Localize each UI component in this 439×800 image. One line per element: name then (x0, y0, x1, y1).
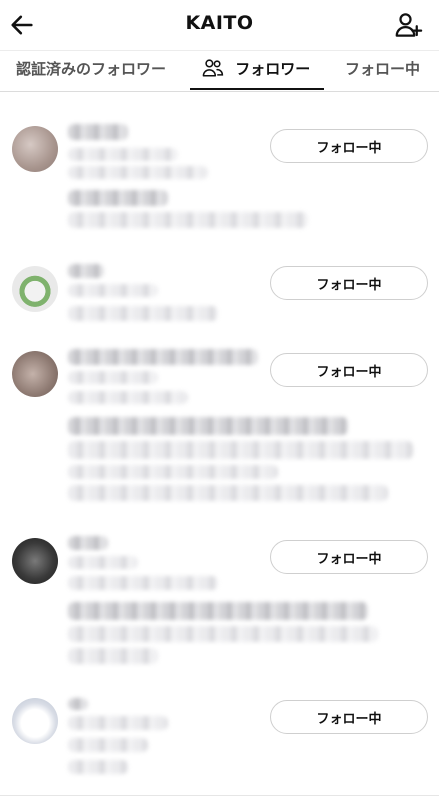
redacted-text (68, 166, 208, 179)
redacted-text (68, 576, 218, 590)
redacted-handle (68, 148, 178, 161)
add-user-icon[interactable] (393, 10, 423, 40)
following-button[interactable]: フォロー中 (270, 129, 428, 163)
redacted-text (68, 391, 188, 404)
following-button[interactable]: フォロー中 (270, 266, 428, 300)
tab-bar: 認証済みのフォロワー フォロワー フォロー中 (0, 50, 439, 92)
redacted-handle (68, 716, 168, 730)
redacted-text (68, 738, 148, 752)
redacted-bio (68, 485, 388, 501)
redacted-bio (68, 417, 348, 435)
tab-label: フォロー中 (345, 60, 421, 78)
avatar[interactable] (12, 351, 58, 397)
redacted-name (68, 264, 104, 278)
redacted-bio (68, 306, 218, 321)
following-button[interactable]: フォロー中 (270, 700, 428, 734)
redacted-bio (68, 648, 158, 664)
following-button[interactable]: フォロー中 (270, 353, 428, 387)
following-button[interactable]: フォロー中 (270, 540, 428, 574)
avatar[interactable] (12, 266, 58, 312)
tab-followers[interactable]: フォロワー (202, 51, 310, 92)
page-title: KAITO (185, 12, 254, 34)
tab-following[interactable]: フォロー中 (345, 51, 420, 92)
redacted-name (68, 349, 258, 365)
redacted-bio (68, 441, 413, 459)
active-tab-indicator (190, 88, 324, 90)
redacted-bio (68, 212, 308, 228)
redacted-bio (68, 626, 378, 642)
people-icon (202, 59, 224, 77)
avatar[interactable] (12, 126, 58, 172)
redacted-handle (68, 371, 158, 384)
redacted-bio (68, 602, 368, 620)
redacted-handle (68, 556, 138, 569)
redacted-name (68, 536, 108, 550)
redacted-handle (68, 284, 158, 297)
redacted-text (68, 760, 128, 774)
top-bar: KAITO (0, 0, 439, 50)
divider (0, 795, 439, 796)
redacted-name (68, 698, 88, 710)
tab-label: フォロワー (235, 60, 311, 78)
tab-verified-followers[interactable]: 認証済みのフォロワー (16, 51, 166, 92)
redacted-name (68, 124, 128, 140)
redacted-bio (68, 190, 168, 206)
redacted-bio (68, 465, 278, 479)
avatar[interactable] (12, 698, 58, 744)
avatar[interactable] (12, 538, 58, 584)
tab-label: 認証済みのフォロワー (16, 60, 167, 78)
